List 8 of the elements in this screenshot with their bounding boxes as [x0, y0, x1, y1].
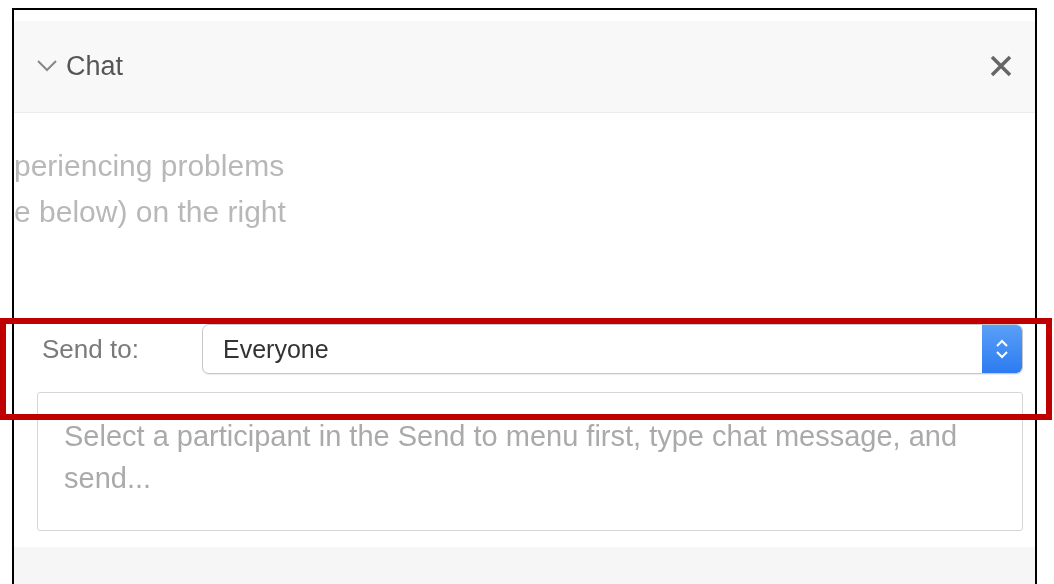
chevron-down-icon[interactable]: [36, 59, 58, 74]
faded-text: periencing problems: [14, 147, 286, 184]
close-icon[interactable]: [989, 54, 1013, 79]
message-input[interactable]: Select a participant in the Send to menu first, type chat message, and send...: [37, 392, 1023, 531]
panel-title: Chat: [66, 50, 124, 84]
recipient-dropdown[interactable]: Everyone: [202, 324, 1023, 375]
faded-text: e below) on the right: [14, 193, 287, 230]
send-to-label: Send to:: [42, 332, 140, 366]
